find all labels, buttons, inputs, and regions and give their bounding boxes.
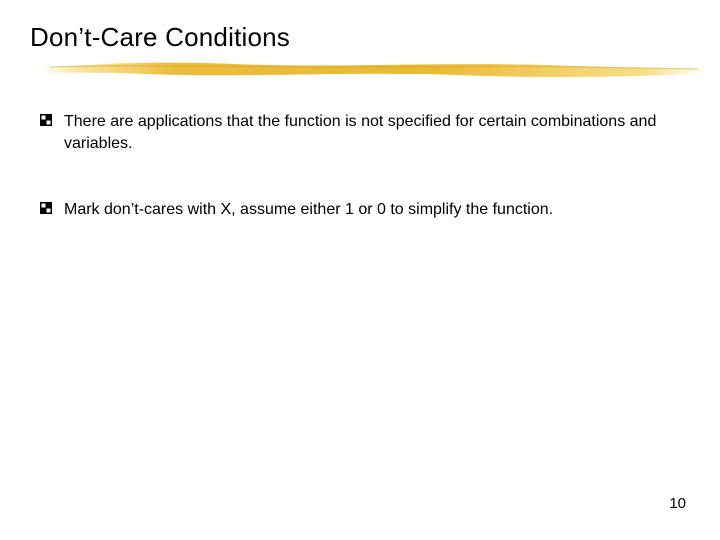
title-underline (40, 59, 700, 81)
slide: Don’t-Care Conditions (0, 0, 720, 540)
bullet-item: There are applications that the function… (40, 111, 660, 154)
bullet-list: There are applications that the function… (40, 111, 690, 221)
bullet-item: Mark don’t-cares with X, assume either 1… (40, 199, 660, 221)
bullet-text: There are applications that the function… (64, 111, 660, 154)
bullet-text: Mark don’t-cares with X, assume either 1… (64, 199, 553, 221)
slide-title: Don’t-Care Conditions (30, 22, 690, 53)
decorative-square-bullet-icon (40, 114, 52, 126)
brush-stroke-icon (40, 59, 700, 81)
decorative-square-bullet-icon (40, 202, 52, 214)
page-number: 10 (669, 495, 686, 512)
